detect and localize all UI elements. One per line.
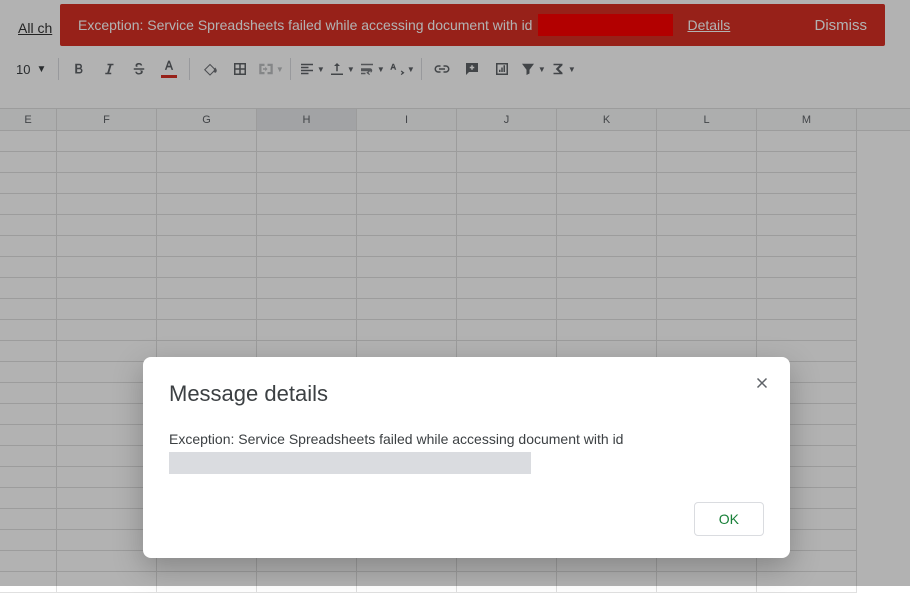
dialog-message: Exception: Service Spreadsheets failed w…: [169, 431, 623, 447]
close-button[interactable]: [750, 371, 774, 395]
redacted-id-grey: [169, 452, 531, 474]
dialog-body: Exception: Service Spreadsheets failed w…: [169, 429, 764, 474]
message-details-dialog: Message details Exception: Service Sprea…: [143, 357, 790, 558]
ok-button[interactable]: OK: [694, 502, 764, 536]
dialog-title: Message details: [169, 381, 764, 407]
